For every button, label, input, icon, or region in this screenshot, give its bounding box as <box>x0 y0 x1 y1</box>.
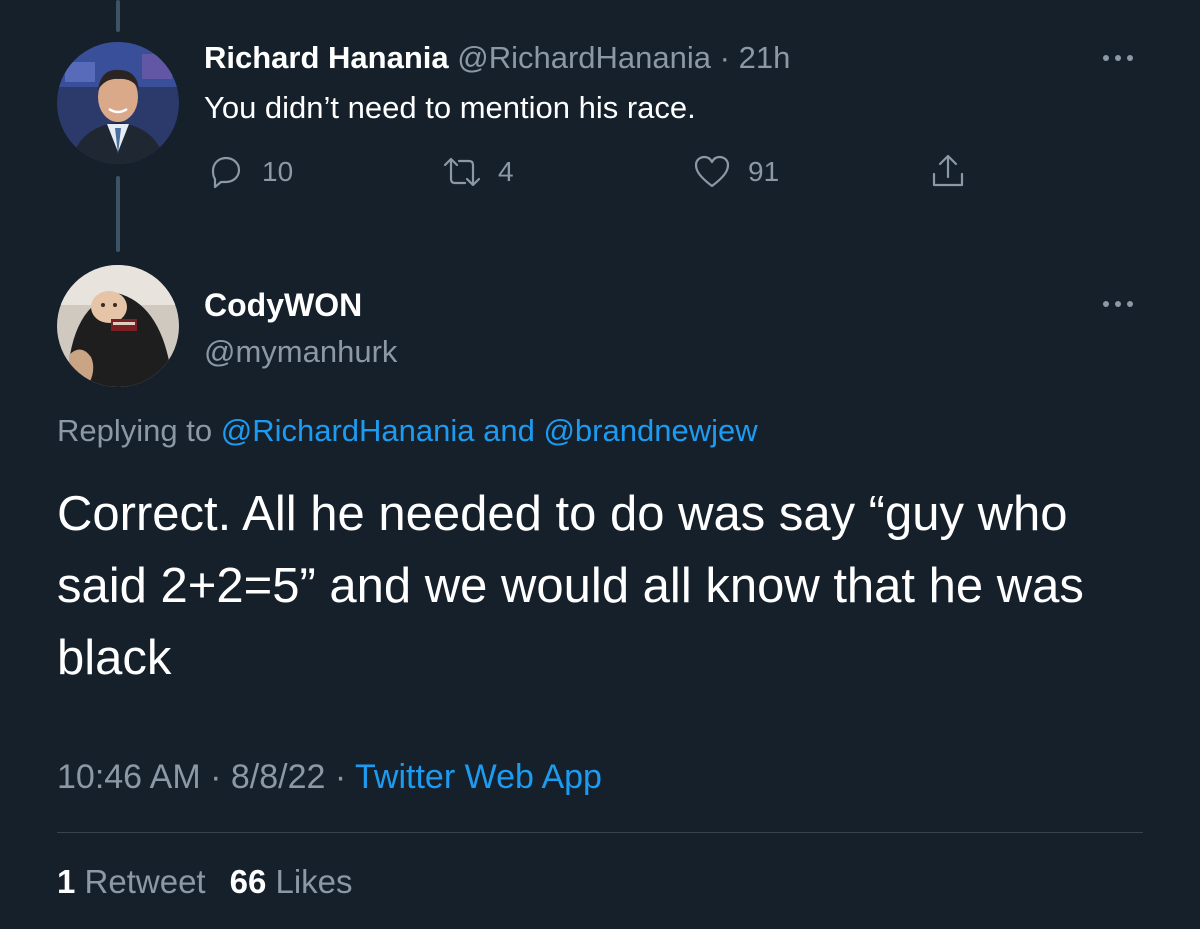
reply-mention-link[interactable]: @brandnewjew <box>543 413 757 448</box>
retweets-label: Retweet <box>75 863 206 900</box>
likes-count: 66 <box>229 863 267 900</box>
avatar-image <box>57 265 179 387</box>
more-icon-dot <box>1115 55 1121 61</box>
reply-button[interactable]: 10 <box>204 150 293 194</box>
retweet-count: 4 <box>498 156 514 187</box>
more-options-button[interactable] <box>1098 48 1138 68</box>
author-name[interactable]: Richard Hanania <box>204 40 449 75</box>
author-name[interactable]: CodyWON <box>204 287 362 324</box>
parent-tweet-text: You didn’t need to mention his race. <box>204 90 696 125</box>
tweet-date[interactable]: 8/8/22 <box>231 758 326 796</box>
author-handle[interactable]: @RichardHanania <box>457 40 711 75</box>
tweet-time[interactable]: 10:46 AM <box>57 758 201 796</box>
tweet-text: Correct. All he needed to do was say “gu… <box>57 487 1084 685</box>
separator-dot: · <box>711 40 739 75</box>
like-count: 91 <box>748 156 780 187</box>
more-icon-dot <box>1127 55 1133 61</box>
tweet-thread: Richard Hanania @RichardHanania · 21h Yo… <box>0 0 1200 929</box>
likes-label: Likes <box>266 863 353 900</box>
divider <box>57 832 1143 833</box>
avatar-codywon[interactable] <box>57 265 179 387</box>
replying-and: and <box>474 413 544 448</box>
heart-icon <box>694 155 730 188</box>
author-handle[interactable]: @mymanhurk <box>204 334 397 370</box>
retweet-button[interactable]: 4 <box>440 150 514 194</box>
tweet-action-bar: 10 4 91 <box>204 150 984 200</box>
retweets-count: 1 <box>57 863 76 900</box>
avatar-image <box>57 42 179 164</box>
parent-tweet-header: Richard Hanania @RichardHanania · 21h <box>204 40 790 76</box>
more-icon-dot <box>1127 301 1133 307</box>
tweet-metadata: 10:46 AM · 8/8/22 · Twitter Web App <box>57 758 602 797</box>
tweet-time[interactable]: 21h <box>739 40 791 75</box>
thread-connector-top <box>116 0 120 32</box>
share-icon <box>932 154 964 187</box>
tweet-source-link[interactable]: Twitter Web App <box>355 758 602 796</box>
avatar-richard-hanania[interactable] <box>57 42 179 164</box>
likes-stat[interactable]: 66 Likes <box>230 863 353 900</box>
replying-prefix: Replying to <box>57 413 221 448</box>
reply-icon <box>211 156 241 189</box>
more-options-button[interactable] <box>1098 294 1138 314</box>
thread-connector <box>116 176 120 252</box>
separator-dot: · <box>200 758 231 796</box>
share-button[interactable] <box>926 150 970 194</box>
engagement-stats: 1 Retweet 66 Likes <box>57 863 353 901</box>
retweets-stat[interactable]: 1 Retweet <box>57 863 206 900</box>
more-icon <box>1103 55 1109 61</box>
more-icon-dot <box>1115 301 1121 307</box>
like-button[interactable]: 91 <box>690 150 779 194</box>
reply-count: 10 <box>262 156 294 187</box>
replying-to: Replying to @RichardHanania and @brandne… <box>57 413 758 449</box>
more-icon <box>1103 301 1109 307</box>
retweet-icon <box>443 157 481 187</box>
separator-dot: · <box>325 758 356 796</box>
reply-mention-link[interactable]: @RichardHanania <box>221 413 475 448</box>
